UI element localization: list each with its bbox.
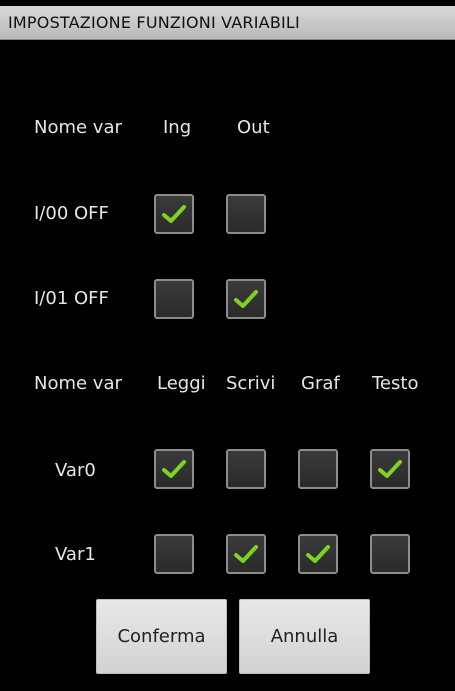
- var-row-1-name: Var1: [55, 544, 96, 565]
- var-header-testo: Testo: [372, 373, 419, 394]
- io-row-0-out-checkbox[interactable]: [226, 194, 266, 234]
- io-row-0-ing-checkbox[interactable]: [154, 194, 194, 234]
- var-header-graf: Graf: [301, 373, 340, 394]
- var-header-leggi: Leggi: [157, 373, 206, 394]
- var-row-0-graf-checkbox[interactable]: [298, 449, 338, 489]
- title-bar: IMPOSTAZIONE FUNZIONI VARIABILI: [0, 6, 455, 40]
- bottom-strip: [0, 681, 455, 691]
- io-header-name: Nome var: [34, 117, 122, 138]
- var-row-1-testo-checkbox[interactable]: [370, 534, 410, 574]
- confirm-button[interactable]: Conferma: [96, 599, 227, 674]
- check-icon: [306, 545, 330, 563]
- var-header-name: Nome var: [34, 373, 122, 394]
- check-icon: [162, 460, 186, 478]
- var-row-0-leggi-checkbox[interactable]: [154, 449, 194, 489]
- screen-title: IMPOSTAZIONE FUNZIONI VARIABILI: [8, 13, 300, 32]
- var-row-1-graf-checkbox[interactable]: [298, 534, 338, 574]
- var-row-1-scrivi-checkbox[interactable]: [226, 534, 266, 574]
- check-icon: [234, 545, 258, 563]
- check-icon: [378, 460, 402, 478]
- var-row-1-leggi-checkbox[interactable]: [154, 534, 194, 574]
- check-icon: [162, 205, 186, 223]
- io-row-0-name: I/00 OFF: [34, 203, 109, 224]
- cancel-button[interactable]: Annulla: [239, 599, 370, 674]
- io-row-1-ing-checkbox[interactable]: [154, 279, 194, 319]
- var-row-0-scrivi-checkbox[interactable]: [226, 449, 266, 489]
- io-row-1-name: I/01 OFF: [34, 288, 109, 309]
- var-row-0-name: Var0: [55, 460, 96, 481]
- var-row-0-testo-checkbox[interactable]: [370, 449, 410, 489]
- var-header-scrivi: Scrivi: [226, 373, 276, 394]
- check-icon: [234, 290, 258, 308]
- io-header-out: Out: [237, 117, 270, 138]
- io-row-1-out-checkbox[interactable]: [226, 279, 266, 319]
- io-header-ing: Ing: [163, 117, 192, 138]
